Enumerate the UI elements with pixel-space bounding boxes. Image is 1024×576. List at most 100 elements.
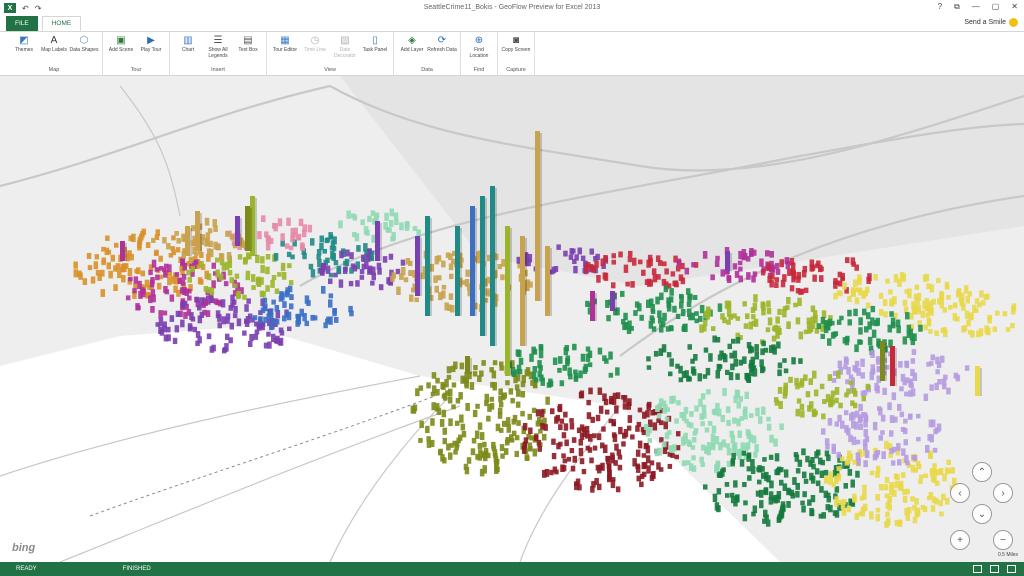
restore-ribbon-icon[interactable]: ⧉ <box>954 2 960 12</box>
crime-block <box>232 313 238 319</box>
redo-icon[interactable]: ↷ <box>35 4 42 13</box>
crime-block <box>134 268 139 274</box>
crime-block <box>206 286 212 294</box>
map-view[interactable]: bing ⌃ ‹ › ⌄ + − 0.5 Miles <box>0 76 1024 562</box>
crime-block <box>873 274 878 281</box>
crime-spike-shade <box>485 198 487 336</box>
crime-block <box>265 235 271 243</box>
crime-spike <box>505 226 510 376</box>
crime-block <box>874 383 879 392</box>
zoom-in-button[interactable]: + <box>950 530 970 550</box>
crime-block <box>528 427 533 435</box>
crime-block <box>754 444 759 453</box>
crime-block <box>289 303 294 310</box>
tilt-down-button[interactable]: ⌄ <box>972 504 992 524</box>
crime-block <box>206 333 212 340</box>
crime-block <box>101 246 106 252</box>
ribbon-button-label: Add Scene <box>108 47 134 53</box>
crime-spike <box>880 341 885 381</box>
rotate-left-button[interactable]: ‹ <box>950 483 970 503</box>
zoom-out-button[interactable]: − <box>993 530 1013 550</box>
chart-button[interactable]: ▥ Chart <box>173 32 203 66</box>
refresh-data-button[interactable]: ⟳ Refresh Data <box>427 32 457 66</box>
tab-file[interactable]: FILE <box>6 16 38 31</box>
crime-block <box>182 287 187 294</box>
tab-home[interactable]: HOME <box>41 16 82 31</box>
crime-block <box>287 326 292 332</box>
time-line-button[interactable]: ◷ Time Line <box>300 32 330 66</box>
undo-icon[interactable]: ↶ <box>22 4 29 13</box>
crime-block <box>880 414 886 422</box>
excel-icon[interactable]: X <box>4 3 16 13</box>
rotate-right-button[interactable]: › <box>993 483 1013 503</box>
crime-block <box>399 273 404 280</box>
crime-block <box>726 419 731 427</box>
data-shapes-button[interactable]: ⬡ Data Shapes <box>69 32 99 66</box>
crime-block <box>823 469 829 476</box>
crime-block <box>924 297 929 304</box>
crime-block <box>483 450 489 458</box>
map-canvas[interactable] <box>0 76 1024 562</box>
crime-block <box>745 313 750 320</box>
crime-block <box>451 382 457 388</box>
crime-block <box>281 272 287 280</box>
add-layer-button[interactable]: ◈ Add Layer <box>397 32 427 66</box>
send-smile-button[interactable]: Send a Smile <box>964 18 1018 27</box>
crime-block <box>762 457 767 462</box>
crime-block <box>887 402 892 411</box>
crime-spike <box>375 221 380 261</box>
copy-screen-button[interactable]: ◙ Copy Screen <box>501 32 531 66</box>
themes-button[interactable]: ◩ Themes <box>9 32 39 66</box>
crime-block <box>838 499 844 505</box>
crime-block <box>388 253 394 260</box>
crime-block <box>766 416 771 422</box>
ribbon-group-buttons: ⊕ Find Location <box>464 32 494 66</box>
crime-block <box>605 456 611 465</box>
date-decorator-button[interactable]: ▧ Date Decorator <box>330 32 360 66</box>
find-location-button[interactable]: ⊕ Find Location <box>464 32 494 66</box>
crime-block <box>113 265 118 272</box>
crime-block <box>545 396 550 405</box>
crime-block <box>180 257 186 265</box>
tilt-up-button[interactable]: ⌃ <box>972 462 992 482</box>
add-scene-button[interactable]: ▣ Add Scene <box>106 32 136 66</box>
play-tour-button[interactable]: ▶ Play Tour <box>136 32 166 66</box>
crime-block <box>288 280 294 286</box>
crime-block <box>760 348 765 356</box>
crime-block <box>266 331 271 337</box>
crime-block <box>667 463 673 469</box>
crime-block <box>904 360 909 367</box>
text-box-button[interactable]: ▤ Text Box <box>233 32 263 66</box>
ribbon-group-label: View <box>324 67 336 73</box>
crime-block <box>924 273 930 282</box>
crime-block <box>799 380 804 388</box>
task-panel-button[interactable]: ▯ Task Panel <box>360 32 390 66</box>
map-labels-button[interactable]: A Map Labels <box>39 32 69 66</box>
crime-block <box>562 365 567 371</box>
normal-view-icon[interactable] <box>973 565 982 573</box>
crime-block <box>484 400 489 407</box>
crime-block <box>912 333 917 341</box>
layout-view-icon[interactable] <box>990 565 999 573</box>
show-all-legends-button[interactable]: ☰ Show All Legends <box>203 32 233 66</box>
crime-block <box>930 475 936 482</box>
crime-block <box>795 288 801 294</box>
crime-block <box>806 317 812 325</box>
crime-block <box>782 274 787 282</box>
crime-block <box>578 447 584 457</box>
crime-block <box>670 453 675 458</box>
crime-block <box>765 519 771 527</box>
minimize-icon[interactable]: — <box>972 2 980 12</box>
tour-editor-button[interactable]: ▦ Tour Editor <box>270 32 300 66</box>
crime-block <box>172 337 178 344</box>
close-icon[interactable]: ✕ <box>1011 2 1018 12</box>
crime-block <box>569 422 575 430</box>
crime-block <box>174 272 180 277</box>
crime-block <box>511 430 517 437</box>
help-icon[interactable]: ? <box>938 2 942 12</box>
crime-block <box>798 331 804 340</box>
fullscreen-icon[interactable] <box>1007 565 1016 573</box>
crime-block <box>898 480 904 488</box>
maximize-icon[interactable]: ▢ <box>992 2 1000 12</box>
crime-block <box>261 215 266 223</box>
